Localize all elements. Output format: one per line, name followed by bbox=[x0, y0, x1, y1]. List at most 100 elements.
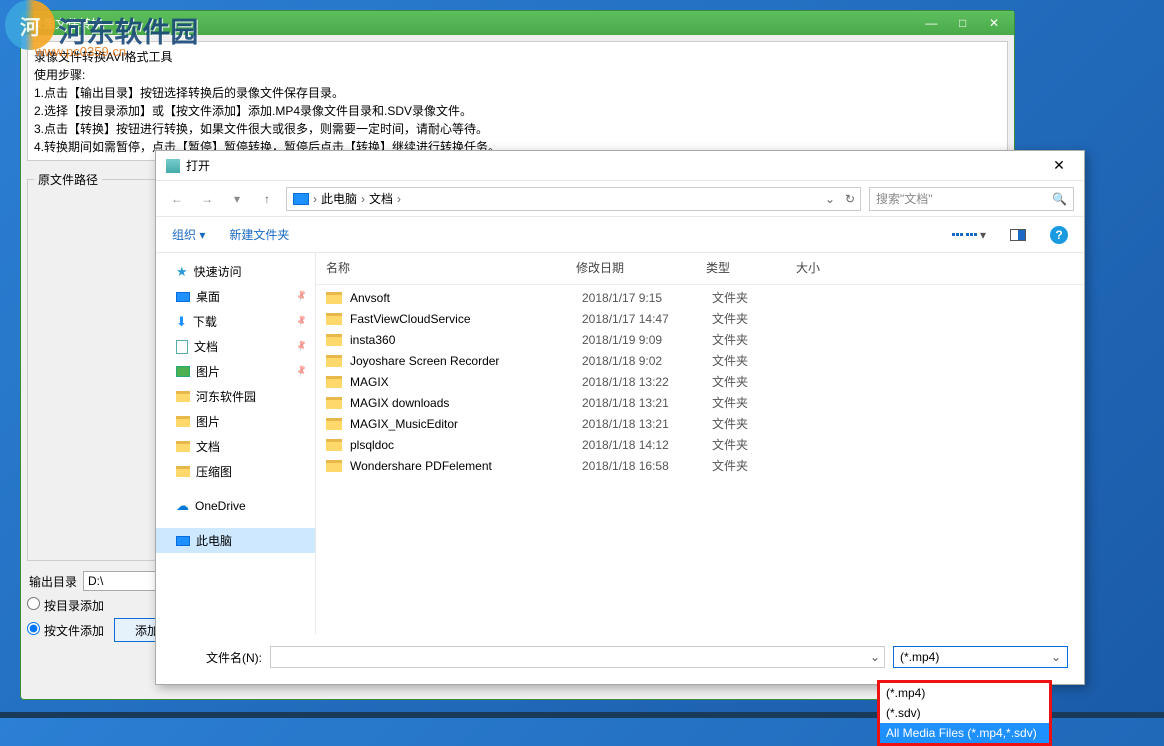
nav-forward-icon[interactable]: → bbox=[196, 188, 218, 210]
file-type-option[interactable]: (*.mp4) bbox=[880, 683, 1049, 703]
nav-history-dropdown-icon[interactable]: ▾ bbox=[226, 188, 248, 210]
chevron-down-icon[interactable]: ⌄ bbox=[870, 650, 880, 664]
chevron-right-icon: › bbox=[397, 192, 401, 206]
close-icon[interactable]: ✕ bbox=[980, 16, 1008, 30]
file-list[interactable]: Anvsoft2018/1/17 9:15文件夹FastViewCloudSer… bbox=[316, 285, 1084, 634]
list-item[interactable]: plsqldoc2018/1/18 14:12文件夹 bbox=[326, 434, 1074, 455]
dialog-nav-bar: ← → ▾ ↑ › 此电脑 › 文档 › ⌄ ↻ 搜索"文档" 🔍 bbox=[156, 181, 1084, 217]
nav-back-icon[interactable]: ← bbox=[166, 188, 188, 210]
tree-hedong[interactable]: 河东软件园 bbox=[156, 384, 315, 409]
folder-icon bbox=[326, 376, 342, 388]
file-date: 2018/1/18 13:21 bbox=[582, 417, 712, 431]
new-folder-button[interactable]: 新建文件夹 bbox=[229, 226, 289, 243]
search-input[interactable]: 搜索"文档" 🔍 bbox=[869, 187, 1074, 211]
list-item[interactable]: FastViewCloudService2018/1/17 14:47文件夹 bbox=[326, 308, 1074, 329]
tree-onedrive[interactable]: ☁OneDrive bbox=[156, 494, 315, 518]
search-icon: 🔍 bbox=[1052, 192, 1067, 206]
filename-label: 文件名(N): bbox=[172, 649, 262, 666]
list-item[interactable]: insta3602018/1/19 9:09文件夹 bbox=[326, 329, 1074, 350]
tree-documents[interactable]: 文档 bbox=[156, 334, 315, 359]
dialog-app-icon bbox=[166, 159, 180, 173]
minimize-icon[interactable]: — bbox=[917, 16, 945, 30]
instr-steps-label: 使用步骤: bbox=[34, 66, 1001, 84]
star-icon: ★ bbox=[176, 264, 188, 280]
list-item[interactable]: Wondershare PDFelement2018/1/18 16:58文件夹 bbox=[326, 455, 1074, 476]
header-date[interactable]: 修改日期 bbox=[576, 259, 706, 276]
file-type: 文件夹 bbox=[712, 415, 802, 432]
list-item[interactable]: Joyoshare Screen Recorder2018/1/18 9:02文… bbox=[326, 350, 1074, 371]
list-item[interactable]: MAGIX downloads2018/1/18 13:21文件夹 bbox=[326, 392, 1074, 413]
folder-icon bbox=[176, 466, 190, 477]
tree-desktop[interactable]: 桌面 bbox=[156, 284, 315, 309]
dialog-footer: 文件名(N): ⌄ (*.mp4) ⌄ (*.mp4)(*.sdv)All Me… bbox=[156, 634, 1084, 684]
header-name[interactable]: 名称 bbox=[326, 259, 576, 276]
search-placeholder: 搜索"文档" bbox=[876, 190, 933, 207]
dialog-toolbar: 组织 ▾ 新建文件夹 ▾ ? bbox=[156, 217, 1084, 253]
tree-downloads[interactable]: ⬇下载 bbox=[156, 309, 315, 334]
radio-by-dir[interactable]: 按目录添加 bbox=[27, 597, 104, 614]
breadcrumb-dropdown-icon[interactable]: ⌄ bbox=[820, 192, 840, 206]
tree-pictures[interactable]: 图片 bbox=[156, 359, 315, 384]
document-icon bbox=[176, 340, 188, 354]
file-date: 2018/1/18 9:02 bbox=[582, 354, 712, 368]
file-type: 文件夹 bbox=[712, 289, 802, 306]
chevron-right-icon: › bbox=[313, 192, 317, 206]
tree-compressed[interactable]: 压缩图 bbox=[156, 459, 315, 484]
file-name: MAGIX downloads bbox=[350, 396, 582, 410]
file-type-dropdown[interactable]: (*.mp4)(*.sdv)All Media Files (*.mp4,*.s… bbox=[877, 680, 1052, 746]
file-name: MAGIX bbox=[350, 375, 582, 389]
nav-up-icon[interactable]: ↑ bbox=[256, 188, 278, 210]
refresh-icon[interactable]: ↻ bbox=[840, 192, 860, 206]
breadcrumb-folder[interactable]: 文档 bbox=[369, 190, 393, 207]
file-name: insta360 bbox=[350, 333, 582, 347]
nav-tree[interactable]: ★快速访问 桌面 ⬇下载 文档 图片 河东软件园 图片 文档 压缩图 ☁OneD… bbox=[156, 253, 316, 634]
dialog-close-icon[interactable]: ✕ bbox=[1044, 157, 1074, 174]
open-file-dialog: 打开 ✕ ← → ▾ ↑ › 此电脑 › 文档 › ⌄ ↻ 搜索"文档" 🔍 组… bbox=[155, 150, 1085, 685]
file-type: 文件夹 bbox=[712, 394, 802, 411]
file-date: 2018/1/19 9:09 bbox=[582, 333, 712, 347]
instr-step2: 2.选择【按目录添加】或【按文件添加】添加.MP4录像文件目录和.SDV录像文件… bbox=[34, 102, 1001, 120]
preview-pane-button[interactable] bbox=[1010, 229, 1026, 241]
file-date: 2018/1/18 14:12 bbox=[582, 438, 712, 452]
dialog-title: 打开 bbox=[186, 157, 210, 174]
tree-pictures2[interactable]: 图片 bbox=[156, 409, 315, 434]
list-item[interactable]: Anvsoft2018/1/17 9:15文件夹 bbox=[326, 287, 1074, 308]
picture-icon bbox=[176, 366, 190, 377]
file-type: 文件夹 bbox=[712, 310, 802, 327]
organize-menu[interactable]: 组织 ▾ bbox=[172, 226, 205, 243]
list-item[interactable]: MAGIX_MusicEditor2018/1/18 13:21文件夹 bbox=[326, 413, 1074, 434]
maximize-icon[interactable]: □ bbox=[949, 16, 977, 30]
view-mode-button[interactable]: ▾ bbox=[952, 228, 986, 242]
file-type-option[interactable]: (*.sdv) bbox=[880, 703, 1049, 723]
header-size[interactable]: 大小 bbox=[796, 259, 876, 276]
file-date: 2018/1/18 13:21 bbox=[582, 396, 712, 410]
chevron-right-icon: › bbox=[361, 192, 365, 206]
dialog-titlebar[interactable]: 打开 ✕ bbox=[156, 151, 1084, 181]
file-name: Wondershare PDFelement bbox=[350, 459, 582, 473]
tree-quick-access[interactable]: ★快速访问 bbox=[156, 259, 315, 284]
this-pc-icon bbox=[293, 193, 309, 205]
tree-this-pc[interactable]: 此电脑 bbox=[156, 528, 315, 553]
list-item[interactable]: MAGIX2018/1/18 13:22文件夹 bbox=[326, 371, 1074, 392]
tree-documents2[interactable]: 文档 bbox=[156, 434, 315, 459]
filename-input[interactable]: ⌄ bbox=[270, 646, 885, 668]
help-icon[interactable]: ? bbox=[1050, 226, 1068, 244]
folder-icon bbox=[176, 441, 190, 452]
file-type: 文件夹 bbox=[712, 352, 802, 369]
file-name: MAGIX_MusicEditor bbox=[350, 417, 582, 431]
radio-by-file[interactable]: 按文件添加 bbox=[27, 622, 104, 639]
file-type: 文件夹 bbox=[712, 373, 802, 390]
folder-icon bbox=[326, 313, 342, 325]
file-type: 文件夹 bbox=[712, 331, 802, 348]
folder-icon bbox=[326, 439, 342, 451]
header-type[interactable]: 类型 bbox=[706, 259, 796, 276]
breadcrumb-root[interactable]: 此电脑 bbox=[321, 190, 357, 207]
file-type-option[interactable]: All Media Files (*.mp4,*.sdv) bbox=[880, 723, 1049, 743]
file-type-combo[interactable]: (*.mp4) ⌄ bbox=[893, 646, 1068, 668]
cloud-icon: ☁ bbox=[176, 498, 189, 514]
file-list-headers[interactable]: 名称 修改日期 类型 大小 bbox=[316, 253, 1084, 285]
folder-icon bbox=[176, 391, 190, 402]
file-date: 2018/1/18 13:22 bbox=[582, 375, 712, 389]
folder-icon bbox=[326, 460, 342, 472]
breadcrumb[interactable]: › 此电脑 › 文档 › bbox=[286, 187, 821, 211]
